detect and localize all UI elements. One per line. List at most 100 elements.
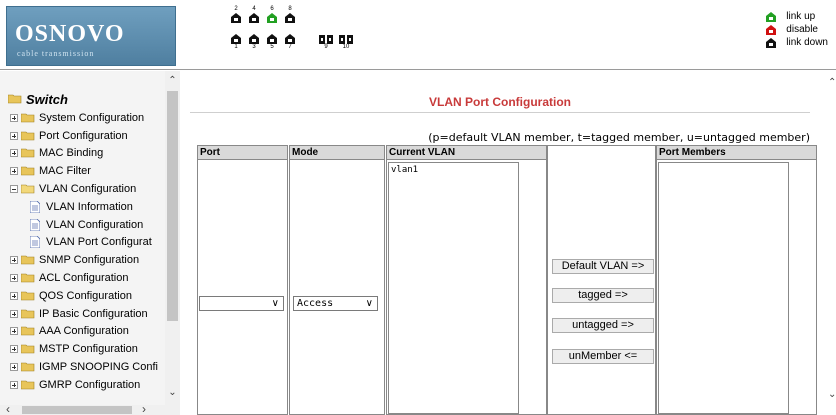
membership-legend-text: (p=default VLAN member, t=tagged member,…: [428, 131, 810, 144]
expand-icon[interactable]: [10, 167, 18, 176]
scroll-down-icon[interactable]: ⌄: [828, 389, 836, 400]
port-status-panel: 2 4 6 8 1 3 5 7 9 10: [222, 6, 402, 62]
sidebar-item-ip-basic-configuration[interactable]: IP Basic Configuration: [0, 305, 165, 323]
port-2[interactable]: 2: [230, 6, 242, 23]
sidebar-item-vlan-configuration[interactable]: VLAN Configuration: [0, 180, 165, 198]
port-members-column-header: Port Members: [657, 146, 816, 160]
folder-icon: [21, 273, 35, 283]
folder-open-icon: [8, 94, 22, 104]
sidebar-item-vlan-information[interactable]: VLAN Information: [0, 198, 165, 216]
sidebar-item-snmp-configuration[interactable]: SNMP Configuration: [0, 251, 165, 269]
port-link-up-icon: [267, 13, 277, 23]
tagged-button[interactable]: tagged =>: [552, 288, 654, 303]
folder-icon: [21, 291, 35, 301]
port-4[interactable]: 4: [248, 6, 260, 23]
sidebar-vertical-scrollbar[interactable]: ⌃ ⌄: [165, 71, 180, 405]
current-vlan-column: Current VLAN vlan1: [386, 145, 547, 415]
legend-disable: disable: [766, 23, 828, 36]
port-8[interactable]: 8: [284, 6, 296, 23]
mode-column-header: Mode: [290, 146, 384, 160]
port-5[interactable]: 5: [266, 34, 278, 51]
folder-icon: [21, 380, 35, 390]
scroll-up-icon[interactable]: ⌃: [828, 77, 836, 88]
sidebar-item-mac-filter[interactable]: MAC Filter: [0, 162, 165, 180]
port-9[interactable]: 9: [318, 34, 334, 51]
scroll-right-icon[interactable]: ›: [142, 402, 146, 415]
port-icon: [231, 13, 241, 23]
untagged-button[interactable]: untagged =>: [552, 318, 654, 333]
page-title: VLAN Port Configuration: [429, 95, 571, 109]
expand-icon[interactable]: [10, 291, 18, 300]
scrollbar-thumb[interactable]: [22, 406, 132, 414]
current-vlan-column-header: Current VLAN: [387, 146, 546, 160]
expand-icon[interactable]: [10, 274, 18, 283]
sidebar-item-mstp-configuration[interactable]: MSTP Configuration: [0, 340, 165, 358]
port-icon: [249, 13, 259, 23]
sidebar-item-mac-binding[interactable]: MAC Binding: [0, 145, 165, 163]
expand-icon[interactable]: [10, 327, 18, 336]
document-icon: [30, 218, 40, 231]
disable-icon: [766, 24, 777, 35]
action-buttons-column: Default VLAN => tagged => untagged => un…: [547, 145, 656, 415]
scrollbar-thumb[interactable]: [167, 91, 178, 321]
tree-root-switch[interactable]: Switch: [0, 89, 165, 109]
collapse-icon[interactable]: [10, 185, 18, 194]
list-item[interactable]: vlan1: [391, 165, 516, 175]
expand-icon[interactable]: [10, 256, 18, 265]
main-vertical-scrollbar[interactable]: ⌃ ⌄: [828, 71, 836, 415]
expand-icon[interactable]: [10, 363, 18, 372]
port-6[interactable]: 6: [266, 6, 278, 23]
folder-icon: [21, 255, 35, 265]
sidebar-item-aaa-configuration[interactable]: AAA Configuration: [0, 323, 165, 341]
port-7[interactable]: 7: [284, 34, 296, 51]
expand-icon[interactable]: [10, 131, 18, 140]
sidebar-horizontal-scrollbar[interactable]: ‹ ›: [0, 402, 180, 415]
chevron-down-icon: ∨: [271, 298, 279, 309]
title-divider: [190, 112, 810, 113]
expand-icon[interactable]: [10, 113, 18, 122]
sidebar-item-port-configuration[interactable]: Port Configuration: [0, 127, 165, 145]
main-content: VLAN Port Configuration (p=default VLAN …: [180, 71, 836, 415]
port-10[interactable]: 10: [338, 34, 354, 51]
unmember-button[interactable]: unMember <=: [552, 349, 654, 364]
mode-select[interactable]: Access ∨: [293, 296, 378, 311]
folder-icon: [21, 344, 35, 354]
folder-icon: [21, 166, 35, 176]
port-1[interactable]: 1: [230, 34, 242, 51]
fiber-port-icon: [319, 35, 333, 44]
port-members-list[interactable]: [658, 162, 789, 414]
expand-icon[interactable]: [10, 380, 18, 389]
expand-icon[interactable]: [10, 345, 18, 354]
sidebar-item-igmp-snooping[interactable]: IGMP SNOOPING Confi: [0, 358, 165, 376]
folder-icon: [21, 362, 35, 372]
expand-icon[interactable]: [10, 149, 18, 158]
port-members-column: Port Members: [656, 145, 817, 415]
sidebar-item-qos-configuration[interactable]: QOS Configuration: [0, 287, 165, 305]
folder-icon: [21, 327, 35, 336]
document-icon: [30, 236, 40, 249]
sidebar-item-vlan-port-configuration[interactable]: VLAN Port Configurat: [0, 234, 165, 252]
scroll-left-icon[interactable]: ‹: [6, 402, 10, 415]
port-icon: [285, 13, 295, 23]
scroll-down-icon[interactable]: ⌄: [165, 385, 180, 400]
port-3[interactable]: 3: [248, 34, 260, 51]
port-icon: [285, 34, 295, 44]
port-icon: [249, 34, 259, 44]
brand-logo: OSNOVO cable transmission: [6, 6, 176, 66]
sidebar-item-acl-configuration[interactable]: ACL Configuration: [0, 269, 165, 287]
sidebar-item-system-configuration[interactable]: System Configuration: [0, 109, 165, 127]
sidebar-item-vlan-configuration-page[interactable]: VLAN Configuration: [0, 216, 165, 234]
sidebar-item-gmrp-configuration[interactable]: GMRP Configuration: [0, 376, 165, 394]
port-select[interactable]: ∨: [199, 296, 284, 311]
legend-link-down: link down: [766, 36, 828, 49]
current-vlan-list[interactable]: vlan1: [388, 162, 519, 414]
default-vlan-button[interactable]: Default VLAN =>: [552, 259, 654, 274]
folder-icon: [21, 309, 35, 318]
port-column-header: Port: [198, 146, 287, 160]
folder-icon: [21, 113, 35, 123]
folder-open-icon: [21, 184, 35, 194]
expand-icon[interactable]: [10, 309, 18, 318]
brand-name: OSNOVO: [15, 21, 125, 47]
scroll-up-icon[interactable]: ⌃: [165, 73, 180, 88]
brand-tagline: cable transmission: [17, 49, 95, 58]
